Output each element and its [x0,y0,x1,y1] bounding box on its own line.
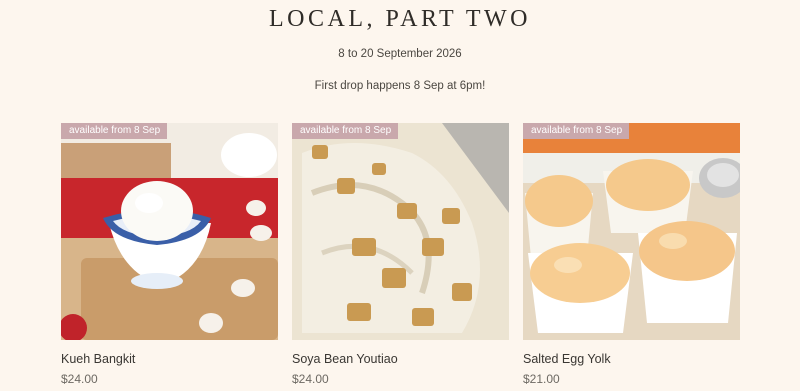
availability-badge: available from 8 Sep [292,123,399,139]
product-name[interactable]: Salted Egg Yolk [523,352,740,366]
product-image-soya-bean-youtiao[interactable]: available from 8 Sep [292,123,509,340]
product-price: $24.00 [292,372,329,386]
product-image-salted-egg-yolk[interactable]: available from 8 Sep [523,123,740,340]
product-name[interactable]: Soya Bean Youtiao [292,352,509,366]
page-title: LOCAL, PART TWO [269,6,531,32]
product-card-soya-bean-youtiao[interactable]: available from 8 Sep Soya Bean Youtiao $… [292,123,509,386]
product-price: $24.00 [61,372,98,386]
availability-badge: available from 8 Sep [61,123,168,139]
date-range: 8 to 20 September 2026 [338,48,462,60]
drop-announcement: First drop happens 8 Sep at 6pm! [314,80,486,92]
product-card-salted-egg-yolk[interactable]: available from 8 Sep Salted Egg Yolk $21… [523,123,740,386]
availability-badge: available from 8 Sep [523,123,630,139]
product-price: $21.00 [523,372,560,386]
product-card-kueh-bangkit[interactable]: available from 8 Sep Kueh Bangkit $24.00 [61,123,278,386]
product-name[interactable]: Kueh Bangkit [61,352,278,366]
product-image-kueh-bangkit[interactable]: available from 8 Sep [61,123,278,340]
